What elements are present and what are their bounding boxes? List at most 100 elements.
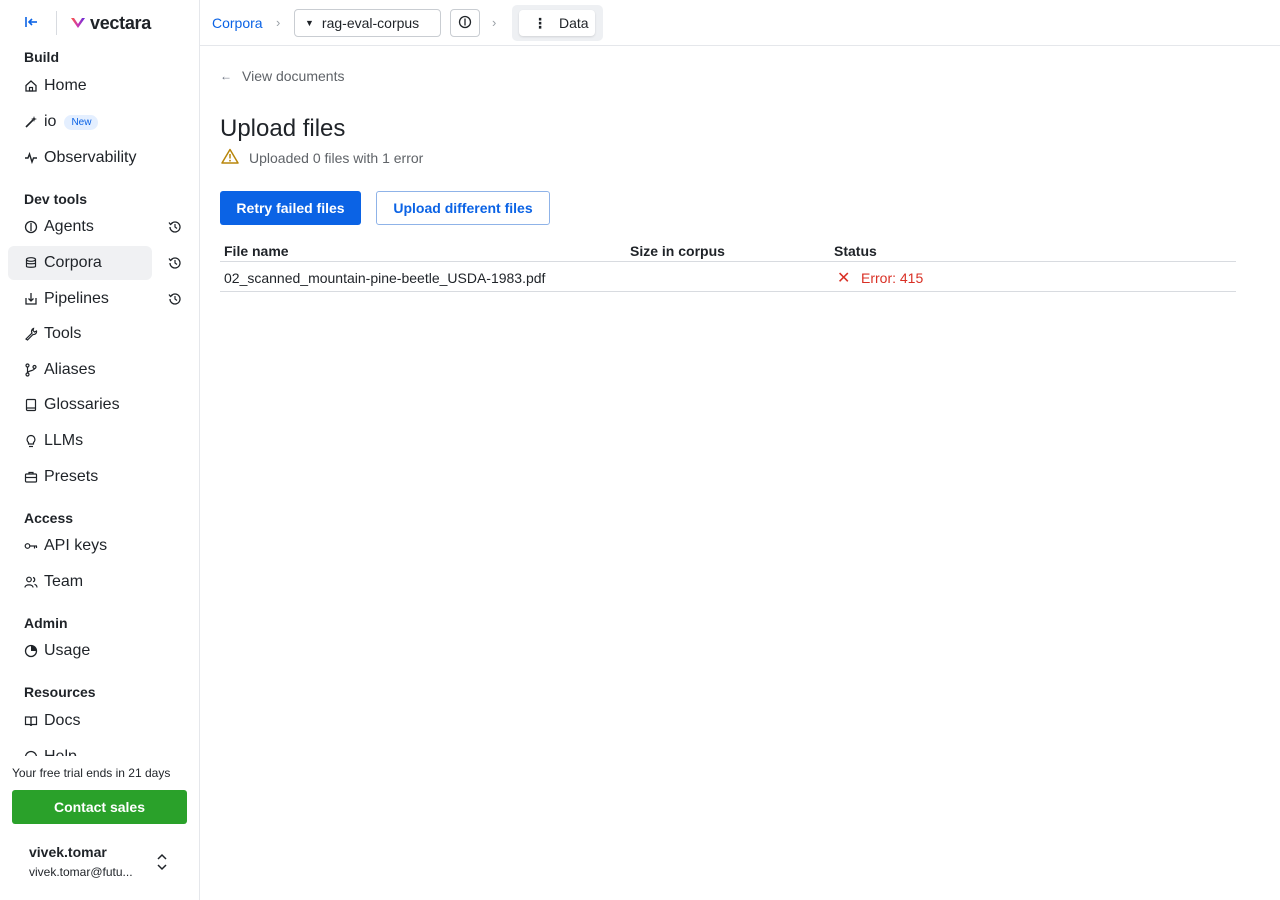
column-header-size[interactable]: Size in corpus xyxy=(630,243,725,259)
brand-name: vectara xyxy=(90,12,151,33)
files-table: File name Size in corpus Status 02_scann… xyxy=(220,238,1236,292)
sidebar-item-label: Home xyxy=(44,77,87,94)
info-icon xyxy=(458,15,472,32)
pie-chart-icon xyxy=(24,644,38,658)
status-cell: Error: 415 xyxy=(861,270,924,286)
sidebar-item-usage[interactable]: Usage xyxy=(8,634,152,668)
sidebar-item-label: Presets xyxy=(44,468,99,485)
arrow-left-icon: ← xyxy=(220,69,232,83)
magic-wand-icon xyxy=(24,115,38,129)
vectara-logo-mark-icon xyxy=(71,18,85,28)
sidebar-header: vectara xyxy=(0,0,199,46)
tab-data-label: Data xyxy=(559,15,589,31)
vectara-logo[interactable]: vectara xyxy=(70,12,151,34)
column-header-status[interactable]: Status xyxy=(834,243,877,259)
sidebar-item-glossaries[interactable]: Glossaries xyxy=(8,388,152,422)
corpus-name: rag-eval-corpus xyxy=(321,15,420,31)
chevron-up-down-icon[interactable] xyxy=(155,853,169,871)
new-badge: New xyxy=(64,114,99,130)
page-title: Upload files xyxy=(220,115,346,142)
table-row: 02_scanned_mountain-pine-beetle_USDA-198… xyxy=(220,262,1236,292)
sidebar-item-help[interactable]: Help xyxy=(8,740,152,756)
view-documents-link[interactable]: ← View documents xyxy=(220,68,344,84)
sidebar-item-label: Help xyxy=(44,748,77,756)
pulse-icon xyxy=(24,151,38,165)
section-title-admin: Admin xyxy=(24,615,68,631)
tab-data[interactable]: ⋮ Data xyxy=(519,10,595,36)
sidebar-item-label: LLMs xyxy=(44,432,84,449)
sidebar-item-agents[interactable]: Agents xyxy=(8,210,152,244)
sidebar-item-label: Team xyxy=(44,573,84,590)
table-header: File name Size in corpus Status xyxy=(220,238,1236,262)
agent-icon xyxy=(24,220,38,234)
chevron-right-icon: › xyxy=(276,15,281,30)
sidebar-item-home[interactable]: Home xyxy=(8,69,152,103)
book-icon xyxy=(24,398,38,412)
breadcrumb-corpora[interactable]: Corpora xyxy=(212,15,263,31)
help-icon xyxy=(24,750,38,756)
section-title-access: Access xyxy=(24,510,74,526)
upload-status: Uploaded 0 files with 1 error xyxy=(221,148,423,167)
column-header-file-name[interactable]: File name xyxy=(224,243,289,259)
sidebar-item-pipelines[interactable]: Pipelines xyxy=(8,282,152,316)
section-title-build: Build xyxy=(24,49,59,65)
corpus-selector[interactable]: ▼ rag-eval-corpus xyxy=(294,9,441,37)
sidebar-item-aliases[interactable]: Aliases xyxy=(8,353,152,387)
section-title-resources: Resources xyxy=(24,684,96,700)
history-icon[interactable] xyxy=(168,256,184,272)
pipeline-icon xyxy=(24,292,38,306)
upload-different-files-button[interactable]: Upload different files xyxy=(376,191,550,225)
wrench-icon xyxy=(24,327,38,341)
sidebar-item-label: Pipelines xyxy=(44,290,109,307)
sidebar-item-label: Glossaries xyxy=(44,396,120,413)
tab-group: ⋮ Data xyxy=(512,5,603,41)
collapse-sidebar-icon[interactable] xyxy=(24,15,40,31)
lightbulb-icon xyxy=(24,434,38,448)
sidebar-item-tools[interactable]: Tools xyxy=(8,317,152,351)
warning-icon xyxy=(221,148,239,167)
docs-icon xyxy=(24,714,38,728)
sidebar-item-corpora[interactable]: Corpora xyxy=(8,246,152,280)
sidebar-item-team[interactable]: Team xyxy=(8,565,152,599)
sidebar-item-label: Corpora xyxy=(44,254,102,271)
back-label: View documents xyxy=(242,68,345,84)
users-icon xyxy=(24,575,38,589)
sidebar-item-api-keys[interactable]: API keys xyxy=(8,529,152,563)
contact-sales-button[interactable]: Contact sales xyxy=(12,790,187,824)
history-icon[interactable] xyxy=(168,292,184,308)
sidebar-item-label: Tools xyxy=(44,325,82,342)
sidebar-item-label: Aliases xyxy=(44,361,96,378)
sidebar-item-docs[interactable]: Docs xyxy=(8,704,152,738)
sidebar-item-label: Observability xyxy=(44,149,137,166)
sidebar-item-label: Agents xyxy=(44,218,94,235)
sidebar-item-llms[interactable]: LLMs xyxy=(8,424,152,458)
sidebar-item-io[interactable]: io New xyxy=(8,105,152,139)
sidebar-item-label: Usage xyxy=(44,642,91,659)
history-icon[interactable] xyxy=(168,220,184,236)
briefcase-icon xyxy=(24,470,38,484)
section-title-dev-tools: Dev tools xyxy=(24,191,88,207)
corpus-info-button[interactable] xyxy=(450,9,480,37)
key-icon xyxy=(24,539,38,553)
user-email: vivek.tomar@futu... xyxy=(29,865,133,879)
sidebar-item-presets[interactable]: Presets xyxy=(8,460,152,494)
more-vertical-icon: ⋮ xyxy=(533,15,547,31)
header-divider xyxy=(56,11,57,35)
database-icon xyxy=(24,256,38,270)
status-text: Uploaded 0 files with 1 error xyxy=(249,149,424,166)
sidebar-item-label: API keys xyxy=(44,537,108,554)
sidebar: vectara Build Home io New Observability … xyxy=(0,0,200,900)
retry-failed-files-button[interactable]: Retry failed files xyxy=(220,191,361,225)
home-icon xyxy=(24,79,38,93)
branch-icon xyxy=(24,363,38,377)
sidebar-item-label: io xyxy=(44,113,57,130)
sidebar-item-observability[interactable]: Observability xyxy=(8,141,152,175)
top-bar: Corpora › ▼ rag-eval-corpus › ⋮ Data xyxy=(200,0,1280,46)
sidebar-item-label: Docs xyxy=(44,712,81,729)
trial-notice: Your free trial ends in 21 days xyxy=(12,766,171,780)
sidebar-nav: Build Home io New Observability Dev tool… xyxy=(0,46,199,756)
caret-down-icon: ▼ xyxy=(305,18,314,28)
file-name-cell: 02_scanned_mountain-pine-beetle_USDA-198… xyxy=(224,270,546,286)
error-x-icon: ✕ xyxy=(837,270,851,287)
chevron-right-icon: › xyxy=(492,15,497,30)
